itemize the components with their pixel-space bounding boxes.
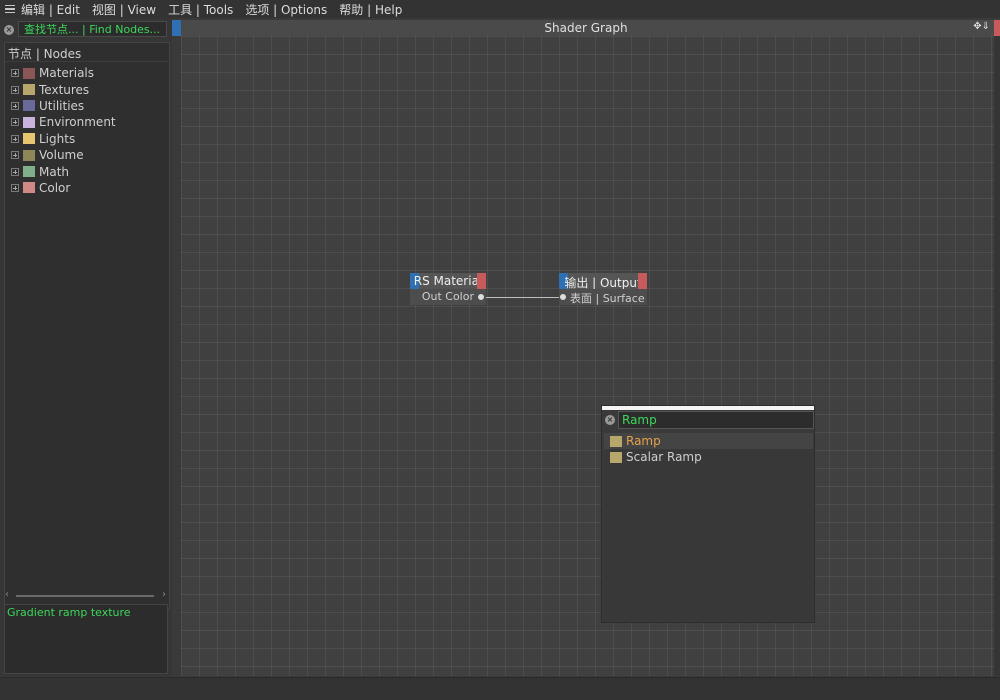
category-swatch <box>23 133 35 145</box>
canvas-right-strip <box>994 36 1000 676</box>
expand-icon[interactable] <box>11 167 19 176</box>
expand-icon[interactable] <box>11 101 19 110</box>
scroll-right-icon[interactable]: › <box>162 589 166 600</box>
status-bar <box>0 677 1000 700</box>
menu-help[interactable]: 帮助 | Help <box>339 1 402 18</box>
menu-options[interactable]: 选项 | Options <box>245 1 327 18</box>
node-color-tab <box>477 273 486 289</box>
result-item-scalar-ramp[interactable]: Scalar Ramp <box>604 449 813 465</box>
node-search-input[interactable]: Ramp <box>618 411 814 429</box>
tree-item-textures[interactable]: Textures <box>5 81 169 97</box>
move-icon[interactable]: ✥⇓ <box>973 21 990 32</box>
expand-icon[interactable] <box>11 134 19 143</box>
node-connection-wire[interactable] <box>485 297 560 298</box>
output-port-row: Out Color <box>410 289 486 305</box>
node-search-popup: × Ramp Ramp Scalar Ramp <box>601 405 815 623</box>
tree-item-label: Materials <box>39 66 95 81</box>
category-swatch <box>23 166 35 178</box>
rs-material-node[interactable]: RS Material Out Color <box>410 273 486 305</box>
node-description: Gradient ramp texture <box>4 604 168 674</box>
input-port-dot[interactable] <box>560 294 566 300</box>
search-results-list: Ramp Scalar Ramp <box>604 433 813 621</box>
graph-left-strip <box>172 36 181 676</box>
expand-icon[interactable] <box>11 69 19 78</box>
tree-item-label: Lights <box>39 131 76 146</box>
shader-graph-header: Shader Graph ✥⇓ <box>172 20 1000 36</box>
tree-item-lights[interactable]: Lights <box>5 131 169 147</box>
tree-item-label: Utilities <box>39 98 85 113</box>
header-right-tab <box>994 20 1000 36</box>
menu-tools[interactable]: 工具 | Tools <box>168 1 233 18</box>
category-swatch <box>23 182 35 194</box>
node-color-tab <box>638 273 647 289</box>
scroll-left-icon[interactable]: ‹ <box>5 589 9 600</box>
expand-icon[interactable] <box>11 85 19 94</box>
tree-item-volume[interactable]: Volume <box>5 147 169 163</box>
tree-item-label: Math <box>39 164 70 179</box>
node-header[interactable]: RS Material <box>410 273 486 289</box>
clear-query-icon[interactable]: × <box>605 415 615 425</box>
node-header[interactable]: 输出 | Output <box>559 273 647 290</box>
tree-item-math[interactable]: Math <box>5 163 169 179</box>
port-label: Out Color <box>421 290 474 303</box>
tree-item-environment[interactable]: Environment <box>5 114 169 130</box>
shader-graph-canvas[interactable] <box>181 36 994 676</box>
output-port-dot[interactable] <box>478 294 484 300</box>
result-label: Ramp <box>626 434 661 448</box>
output-node[interactable]: 输出 | Output 表面 | Surface <box>559 273 647 305</box>
find-nodes-row: × 查找节点... | Find Nodes... <box>0 20 172 40</box>
node-title: RS Material <box>413 274 483 288</box>
shader-graph-title: Shader Graph <box>544 21 628 35</box>
menu-bar: 编辑 | Edit 视图 | View 工具 | Tools 选项 | Opti… <box>0 0 1000 18</box>
tree-item-color[interactable]: Color <box>5 180 169 196</box>
result-item-ramp[interactable]: Ramp <box>604 433 813 449</box>
tree-item-label: Environment <box>39 115 116 130</box>
tree-item-utilities[interactable]: Utilities <box>5 98 169 114</box>
tree-item-label: Color <box>39 180 71 195</box>
node-tree: 节点 | Nodes Materials Textures Utilities … <box>4 42 170 610</box>
menu-view[interactable]: 视图 | View <box>92 1 156 18</box>
port-label: 表面 | Surface <box>570 292 645 305</box>
expand-icon[interactable] <box>11 183 19 192</box>
menu-edit[interactable]: 编辑 | Edit <box>21 1 80 18</box>
category-swatch <box>23 116 35 128</box>
texture-swatch <box>610 451 622 463</box>
result-label: Scalar Ramp <box>626 450 702 464</box>
tree-horizontal-scrollbar[interactable]: ‹ › <box>4 589 168 601</box>
tree-item-materials[interactable]: Materials <box>5 65 169 81</box>
hamburger-menu-icon[interactable] <box>5 4 15 14</box>
popup-top-bar <box>602 406 814 410</box>
tree-item-label: Volume <box>39 148 84 163</box>
category-swatch <box>23 67 35 79</box>
texture-swatch <box>610 435 622 447</box>
category-swatch <box>23 149 35 161</box>
scroll-thumb[interactable] <box>16 595 154 597</box>
expand-icon[interactable] <box>11 151 19 160</box>
tree-header: 节点 | Nodes <box>5 43 169 62</box>
tree-item-label: Textures <box>39 82 90 97</box>
expand-icon[interactable] <box>11 118 19 127</box>
input-port-row: 表面 | Surface <box>559 289 647 305</box>
clear-search-icon[interactable]: × <box>4 25 14 35</box>
category-swatch <box>23 100 35 112</box>
find-nodes-input[interactable]: 查找节点... | Find Nodes... <box>18 21 167 37</box>
node-browser-panel: × 查找节点... | Find Nodes... 节点 | Nodes Mat… <box>0 18 172 676</box>
category-swatch <box>23 84 35 96</box>
